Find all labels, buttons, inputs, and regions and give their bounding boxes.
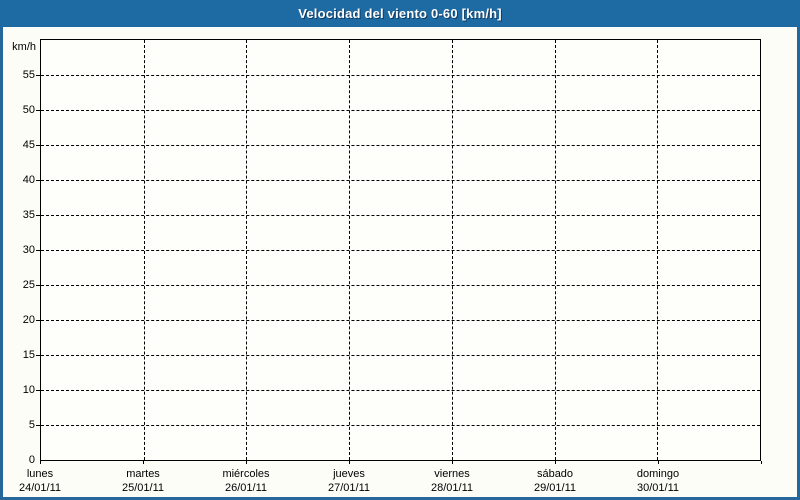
date-label: 26/01/11 — [224, 482, 267, 494]
x-axis-tick — [246, 461, 247, 464]
y-axis-tick — [36, 75, 40, 76]
v-gridline — [246, 40, 247, 460]
chart-title-bar: Velocidad del viento 0-60 [km/h] — [0, 0, 800, 27]
y-tick-label: 20 — [22, 314, 35, 326]
y-tick-label: 55 — [22, 69, 35, 81]
h-gridline — [41, 320, 760, 321]
y-tick-label: 40 — [22, 174, 35, 186]
v-gridline — [349, 40, 350, 460]
y-tick-label: 10 — [22, 384, 35, 396]
meteogram-window: Velocidad del viento 0-60 [km/h] km/h 0 5… — [0, 0, 800, 500]
y-axis-tick — [36, 390, 40, 391]
h-gridline — [41, 180, 760, 181]
y-axis-unit-label: km/h — [12, 41, 36, 53]
date-label: 27/01/11 — [327, 482, 370, 494]
y-axis-tick — [36, 425, 40, 426]
y-tick-label: 5 — [28, 419, 35, 431]
y-axis-tick — [36, 320, 40, 321]
date-label: 29/01/11 — [533, 482, 576, 494]
day-label: domingo — [636, 468, 680, 480]
x-axis-tick — [761, 461, 762, 464]
y-tick-label: 15 — [22, 349, 35, 361]
day-label: miércoles — [222, 468, 270, 480]
y-axis-tick — [36, 110, 40, 111]
y-axis-tick — [36, 215, 40, 216]
date-label: 30/01/11 — [636, 482, 679, 494]
y-tick-label: 50 — [22, 104, 35, 116]
h-gridline — [41, 355, 760, 356]
x-axis-tick — [40, 461, 41, 464]
plot-area — [40, 39, 761, 461]
y-axis-tick — [36, 145, 40, 146]
date-label: 25/01/11 — [121, 482, 164, 494]
y-axis-tick — [36, 180, 40, 181]
x-axis-tick — [452, 461, 453, 464]
h-gridline — [41, 285, 760, 286]
h-gridline — [41, 145, 760, 146]
y-axis-tick — [36, 285, 40, 286]
h-gridline — [41, 215, 760, 216]
day-label: jueves — [333, 468, 365, 480]
day-label: martes — [126, 468, 160, 480]
x-axis-tick — [658, 461, 659, 464]
y-tick-label: 0 — [28, 454, 35, 466]
y-axis-tick — [36, 250, 40, 251]
x-axis-tick — [349, 461, 350, 464]
day-label: sábado — [536, 468, 574, 480]
x-axis-tick — [143, 461, 144, 464]
chart-title: Velocidad del viento 0-60 [km/h] — [298, 6, 502, 21]
h-gridline — [41, 390, 760, 391]
y-tick-label: 30 — [22, 244, 35, 256]
y-axis-tick — [36, 355, 40, 356]
x-axis-tick — [555, 461, 556, 464]
v-gridline — [555, 40, 556, 460]
y-tick-label: 25 — [22, 279, 35, 291]
y-tick-label: 35 — [22, 209, 35, 221]
h-gridline — [41, 110, 760, 111]
v-gridline — [144, 40, 145, 460]
v-gridline — [657, 40, 658, 460]
day-label: viernes — [434, 468, 470, 480]
y-tick-label: 45 — [22, 139, 35, 151]
h-gridline — [41, 75, 760, 76]
h-gridline — [41, 250, 760, 251]
date-label: 28/01/11 — [430, 482, 473, 494]
h-gridline — [41, 425, 760, 426]
v-gridline — [452, 40, 453, 460]
